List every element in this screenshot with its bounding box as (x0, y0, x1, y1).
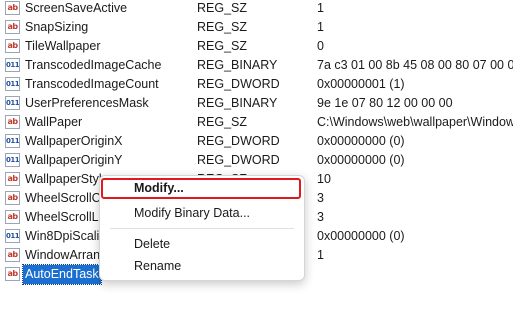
value-name: SnapSizing (25, 20, 89, 34)
value-type: REG_SZ (197, 39, 248, 53)
value-data: 9e 1e 07 80 12 00 00 00 (317, 96, 453, 110)
table-row[interactable]: 011 TranscodedImageCache REG_BINARY 7a c3 0… (0, 56, 513, 75)
value-type: REG_BINARY (197, 58, 278, 72)
value-name: WallpaperOriginX (25, 134, 123, 148)
value-type: REG_SZ (197, 1, 248, 15)
value-name: UserPreferencesMask (25, 96, 149, 110)
string-value-icon: ab (5, 172, 20, 186)
binary-value-icon: 011 (5, 58, 20, 72)
value-name: WallPaper (25, 115, 83, 129)
value-data: 0x00000000 (0) (317, 153, 405, 167)
value-data: 1 (317, 1, 324, 15)
binary-value-icon: 011 (5, 77, 20, 91)
value-data: 0x00000000 (0) (317, 134, 405, 148)
value-data: C:\Windows\web\wallpaper\Window (317, 115, 513, 129)
string-value-icon: ab (5, 191, 20, 205)
value-name: AutoEndTask (22, 264, 102, 285)
string-value-icon: ab (5, 248, 20, 262)
table-row[interactable]: 011 WallpaperOriginX REG_DWORD 0x00000000 (… (0, 132, 513, 151)
value-data: 3 (317, 191, 324, 205)
value-type: REG_SZ (197, 115, 248, 129)
value-data: 0 (317, 39, 324, 53)
table-row[interactable]: ab TileWallpaper REG_SZ 0 (0, 37, 513, 56)
value-type: REG_DWORD (197, 134, 280, 148)
value-name: TranscodedImageCache (25, 58, 162, 72)
table-row[interactable]: 011 TranscodedImageCount REG_DWORD 0x000000… (0, 75, 513, 94)
value-name: WallpaperOriginY (25, 153, 123, 167)
menu-item-modify-binary-data[interactable]: Modify Binary Data... (134, 203, 250, 223)
string-value-icon: ab (5, 267, 20, 281)
menu-separator (110, 228, 294, 229)
table-row[interactable]: 011 WallpaperOriginY REG_DWORD 0x00000000 (… (0, 151, 513, 170)
value-type: REG_BINARY (197, 96, 278, 110)
value-name: TranscodedImageCount (25, 77, 159, 91)
context-menu: Modify... Modify Binary Data... Delete R… (99, 175, 305, 281)
menu-item-delete[interactable]: Delete (134, 234, 170, 254)
value-data: 0x00000000 (0) (317, 229, 405, 243)
value-type: REG_DWORD (197, 77, 280, 91)
string-value-icon: ab (5, 115, 20, 129)
value-type: REG_SZ (197, 20, 248, 34)
value-data: 0x00000001 (1) (317, 77, 405, 91)
string-value-icon: ab (5, 39, 20, 53)
string-value-icon: ab (5, 210, 20, 224)
value-data: 7a c3 01 00 8b 45 08 00 80 07 00 00 b0 (317, 58, 513, 72)
table-row[interactable]: ab SnapSizing REG_SZ 1 (0, 18, 513, 37)
table-row[interactable]: ab ScreenSaveActive REG_SZ 1 (0, 0, 513, 18)
table-row[interactable]: ab WallPaper REG_SZ C:\Windows\web\wallpape… (0, 113, 513, 132)
value-data: 3 (317, 210, 324, 224)
value-type: REG_DWORD (197, 153, 280, 167)
menu-item-rename[interactable]: Rename (134, 256, 181, 276)
binary-value-icon: 011 (5, 229, 20, 243)
value-data: 10 (317, 172, 331, 186)
binary-value-icon: 011 (5, 96, 20, 110)
string-value-icon: ab (5, 20, 20, 34)
binary-value-icon: 011 (5, 153, 20, 167)
value-data: 1 (317, 20, 324, 34)
binary-value-icon: 011 (5, 134, 20, 148)
value-data: 1 (317, 248, 324, 262)
registry-values-pane: ab ScreenSaveActive REG_SZ 1 ab SnapSizing REG… (0, 0, 513, 327)
value-name: TileWallpaper (25, 39, 101, 53)
table-row[interactable]: 011 UserPreferencesMask REG_BINARY 9e 1e 07… (0, 94, 513, 113)
string-value-icon: ab (5, 1, 20, 15)
value-name: ScreenSaveActive (25, 1, 128, 15)
menu-item-modify[interactable]: Modify... (134, 178, 184, 198)
value-name: WallpaperStyle (25, 172, 109, 186)
